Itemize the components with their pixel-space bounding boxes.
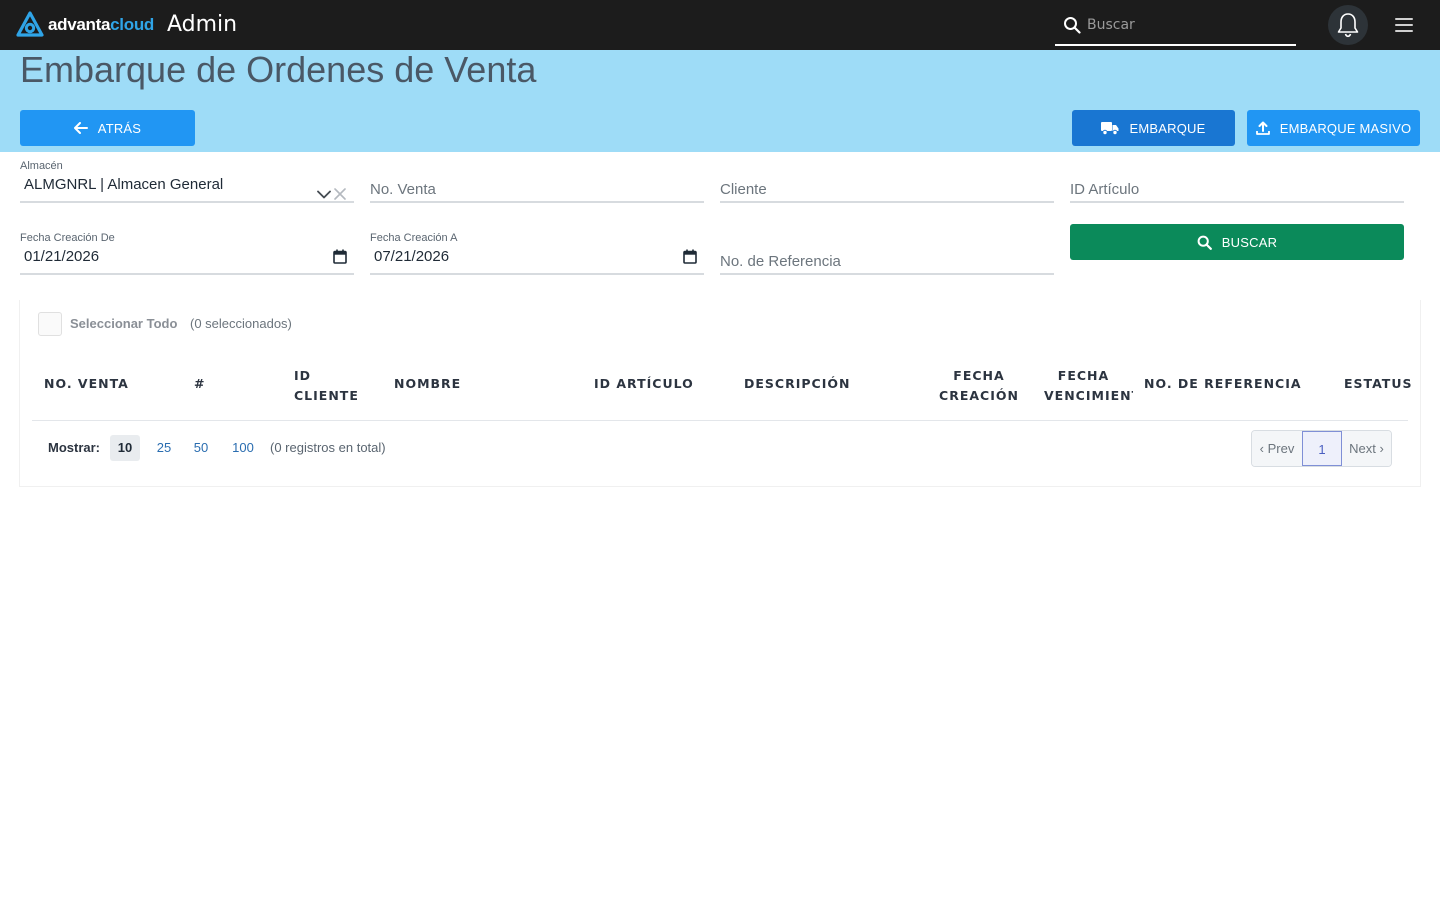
chevron-down-icon[interactable] bbox=[317, 190, 331, 199]
column-header-id-cliente-line2: CLIENTE bbox=[294, 388, 359, 403]
column-header-id-cliente-line1: ID bbox=[294, 368, 312, 383]
page-size-option-100[interactable]: 100 bbox=[226, 435, 260, 461]
fecha-creacion-a-field[interactable]: Fecha Creación A 07/21/2026 bbox=[370, 232, 704, 277]
next-page-button[interactable]: Next › bbox=[1342, 431, 1391, 466]
buscar-button[interactable]: BUSCAR bbox=[1070, 224, 1404, 260]
top-navbar: advantacloud Admin bbox=[0, 0, 1440, 50]
advanta-logo-icon bbox=[16, 11, 44, 37]
app-title: Admin bbox=[167, 12, 238, 37]
no-venta-underline bbox=[370, 201, 704, 203]
column-header-estatus[interactable]: ESTATUS bbox=[1344, 374, 1412, 394]
global-search-input[interactable] bbox=[1087, 10, 1292, 40]
column-header-fecha-vencimiento-line2: VENCIMIENTO bbox=[1044, 388, 1133, 403]
page-size-option-10[interactable]: 10 bbox=[110, 435, 140, 461]
page-header: Embarque de Ordenes de Venta ATRÁS EMBAR… bbox=[0, 50, 1440, 152]
prev-page-button[interactable]: ‹ Prev bbox=[1252, 431, 1302, 466]
current-page-button[interactable]: 1 bbox=[1302, 431, 1342, 466]
search-icon bbox=[1064, 17, 1081, 34]
brand-logo[interactable]: advantacloud bbox=[16, 11, 154, 39]
column-header-nombre[interactable]: NOMBRE bbox=[394, 374, 461, 394]
notifications-button[interactable] bbox=[1328, 5, 1368, 45]
column-header-no-venta[interactable]: NO. VENTA bbox=[44, 374, 129, 394]
fecha-creacion-a-underline bbox=[370, 273, 704, 275]
calendar-icon[interactable] bbox=[333, 249, 347, 264]
select-all-label[interactable]: Seleccionar Todo bbox=[70, 316, 177, 331]
column-header-id-cliente[interactable]: ID CLIENTE bbox=[294, 366, 359, 406]
almacen-value: ALMGNRL | Almacen General bbox=[24, 176, 224, 193]
column-header-number[interactable]: # bbox=[194, 374, 205, 394]
column-header-descripcion[interactable]: DESCRIPCIÓN bbox=[744, 374, 850, 394]
table-header-divider bbox=[32, 420, 1408, 421]
fecha-creacion-de-value: 01/21/2026 bbox=[24, 248, 100, 265]
almacen-label: Almacén bbox=[20, 160, 63, 172]
no-referencia-field[interactable]: No. de Referencia bbox=[720, 252, 1054, 277]
embarque-button[interactable]: EMBARQUE bbox=[1072, 110, 1235, 146]
column-header-fecha-vencimiento-line1: FECHA bbox=[1057, 368, 1110, 383]
fecha-creacion-a-value: 07/21/2026 bbox=[374, 248, 450, 265]
no-referencia-underline bbox=[720, 273, 1054, 275]
back-button-label: ATRÁS bbox=[97, 120, 142, 136]
buscar-button-label: BUSCAR bbox=[1221, 234, 1278, 250]
fecha-creacion-a-label: Fecha Creación A bbox=[370, 232, 458, 244]
hamburger-menu-button[interactable] bbox=[1392, 15, 1416, 35]
column-header-fecha-creacion[interactable]: FECHA CREACIÓN bbox=[934, 366, 1024, 406]
no-referencia-placeholder: No. de Referencia bbox=[720, 253, 841, 270]
page-size-option-50[interactable]: 50 bbox=[187, 435, 215, 461]
hamburger-icon bbox=[1395, 18, 1413, 32]
brand-wordmark: advantacloud bbox=[48, 11, 154, 39]
arrow-left-icon bbox=[73, 122, 88, 134]
clear-icon[interactable] bbox=[334, 188, 346, 200]
search-icon bbox=[1197, 235, 1212, 250]
cliente-field[interactable]: Cliente bbox=[720, 180, 1054, 205]
upload-icon bbox=[1255, 121, 1270, 135]
select-all-checkbox[interactable] bbox=[38, 312, 62, 336]
brand-wordmark-right: cloud bbox=[110, 15, 154, 34]
cliente-underline bbox=[720, 201, 1054, 203]
id-articulo-field[interactable]: ID Artículo bbox=[1070, 180, 1404, 205]
fecha-creacion-de-underline bbox=[20, 273, 354, 275]
cliente-placeholder: Cliente bbox=[720, 181, 767, 198]
no-venta-placeholder: No. Venta bbox=[370, 181, 436, 198]
column-header-id-articulo[interactable]: ID ARTÍCULO bbox=[594, 374, 694, 394]
almacen-underline bbox=[20, 201, 354, 203]
page-title: Embarque de Ordenes de Venta bbox=[20, 49, 537, 90]
page-size-option-25[interactable]: 25 bbox=[150, 435, 178, 461]
pagination: ‹ Prev 1 Next › bbox=[1251, 430, 1392, 467]
no-venta-field[interactable]: No. Venta bbox=[370, 180, 704, 205]
truck-icon bbox=[1101, 121, 1119, 135]
id-articulo-placeholder: ID Artículo bbox=[1070, 181, 1140, 198]
id-articulo-underline bbox=[1070, 201, 1404, 203]
almacen-select[interactable]: Almacén ALMGNRL | Almacen General bbox=[20, 160, 354, 205]
back-button[interactable]: ATRÁS bbox=[20, 110, 195, 146]
embarque-masivo-button-label: EMBARQUE MASIVO bbox=[1279, 120, 1412, 136]
global-search bbox=[1055, 6, 1296, 46]
bell-icon bbox=[1337, 13, 1359, 38]
column-header-no-referencia[interactable]: NO. DE REFERENCIA bbox=[1144, 374, 1302, 394]
fecha-creacion-de-label: Fecha Creación De bbox=[20, 232, 115, 244]
page-size-label: Mostrar: bbox=[48, 440, 101, 455]
selected-count: (0 seleccionados) bbox=[190, 316, 292, 331]
embarque-button-label: EMBARQUE bbox=[1129, 120, 1206, 136]
embarque-masivo-button[interactable]: EMBARQUE MASIVO bbox=[1247, 110, 1420, 146]
total-records: (0 registros en total) bbox=[270, 440, 386, 455]
column-header-fecha-creacion-line2: CREACIÓN bbox=[939, 388, 1019, 403]
calendar-icon[interactable] bbox=[683, 249, 697, 264]
column-header-fecha-creacion-line1: FECHA bbox=[953, 368, 1005, 383]
fecha-creacion-de-field[interactable]: Fecha Creación De 01/21/2026 bbox=[20, 232, 354, 277]
brand-wordmark-left: advanta bbox=[48, 15, 111, 34]
column-header-fecha-vencimiento[interactable]: FECHA VENCIMIENTO bbox=[1034, 366, 1133, 406]
